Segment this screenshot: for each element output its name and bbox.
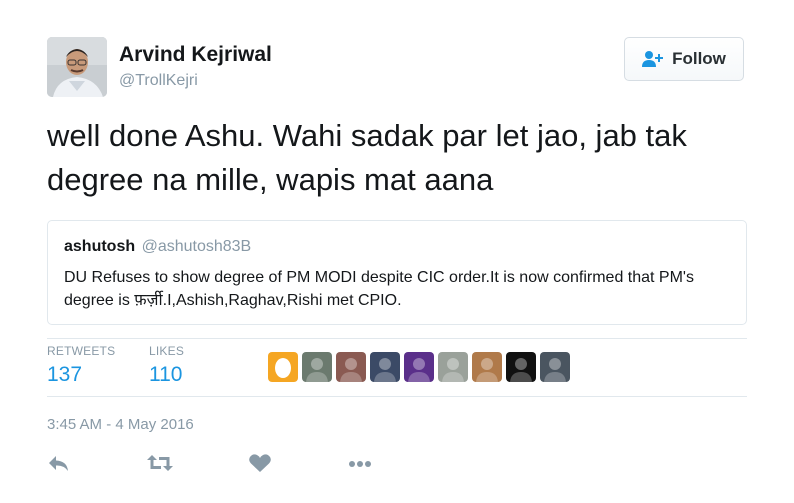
retweet-button[interactable] (146, 452, 174, 474)
quoted-tweet-text: DU Refuses to show degree of PM MODI des… (64, 269, 694, 309)
stats-bottom-divider (47, 396, 747, 397)
user-avatar (506, 352, 536, 382)
add-user-icon (642, 51, 664, 67)
user-avatar (404, 352, 434, 382)
retweet-icon (147, 455, 173, 471)
likes-stat[interactable]: LIKES 110 (149, 344, 184, 387)
quoted-author-handle: @ashutosh83B (141, 238, 252, 255)
more-button[interactable] (347, 452, 375, 474)
liker-avatar[interactable] (268, 352, 298, 382)
author-handle[interactable]: @TrollKejri (119, 72, 198, 90)
retweets-count: 137 (47, 363, 83, 386)
user-avatar (370, 352, 400, 382)
tweet-timestamp[interactable]: 3:45 AM - 4 May 2016 (47, 416, 194, 433)
user-avatar (540, 352, 570, 382)
user-avatar (302, 352, 332, 382)
liker-avatar[interactable] (370, 352, 400, 382)
liker-avatar[interactable] (438, 352, 468, 382)
follow-button-label: Follow (672, 49, 726, 68)
likes-label: LIKES (149, 344, 185, 358)
follow-button[interactable]: Follow (624, 37, 744, 81)
egg-avatar (268, 352, 298, 382)
retweets-label: RETWEETS (47, 344, 116, 358)
reply-icon (49, 456, 68, 471)
user-avatar (472, 352, 502, 382)
quoted-tweet[interactable]: ashutosh @ashutosh83B DU Refuses to show… (47, 220, 747, 325)
liker-avatar[interactable] (404, 352, 434, 382)
liker-avatar[interactable] (302, 352, 332, 382)
retweets-stat[interactable]: RETWEETS 137 (47, 344, 115, 387)
liker-avatar[interactable] (336, 352, 366, 382)
tweet-card: Arvind Kejriwal @TrollKejri Follow well … (0, 0, 794, 503)
liker-avatar[interactable] (540, 352, 570, 382)
stats-top-divider (47, 338, 747, 339)
user-avatar (438, 352, 468, 382)
quoted-tweet-header: ashutosh @ashutosh83B (64, 238, 251, 256)
tweet-text: well done Ashu. Wahi sadak par let jao, … (47, 118, 687, 197)
author-name[interactable]: Arvind Kejriwal (119, 43, 272, 67)
reply-button[interactable] (47, 452, 71, 474)
like-icon (249, 454, 271, 472)
liker-avatars (268, 352, 570, 382)
avatar-image (47, 37, 107, 97)
likes-count: 110 (149, 363, 183, 386)
like-button[interactable] (248, 452, 272, 474)
user-avatar (336, 352, 366, 382)
more-icon (349, 461, 371, 467)
author-avatar[interactable] (47, 37, 107, 97)
quoted-author-name: ashutosh (64, 238, 136, 255)
liker-avatar[interactable] (472, 352, 502, 382)
liker-avatar[interactable] (506, 352, 536, 382)
